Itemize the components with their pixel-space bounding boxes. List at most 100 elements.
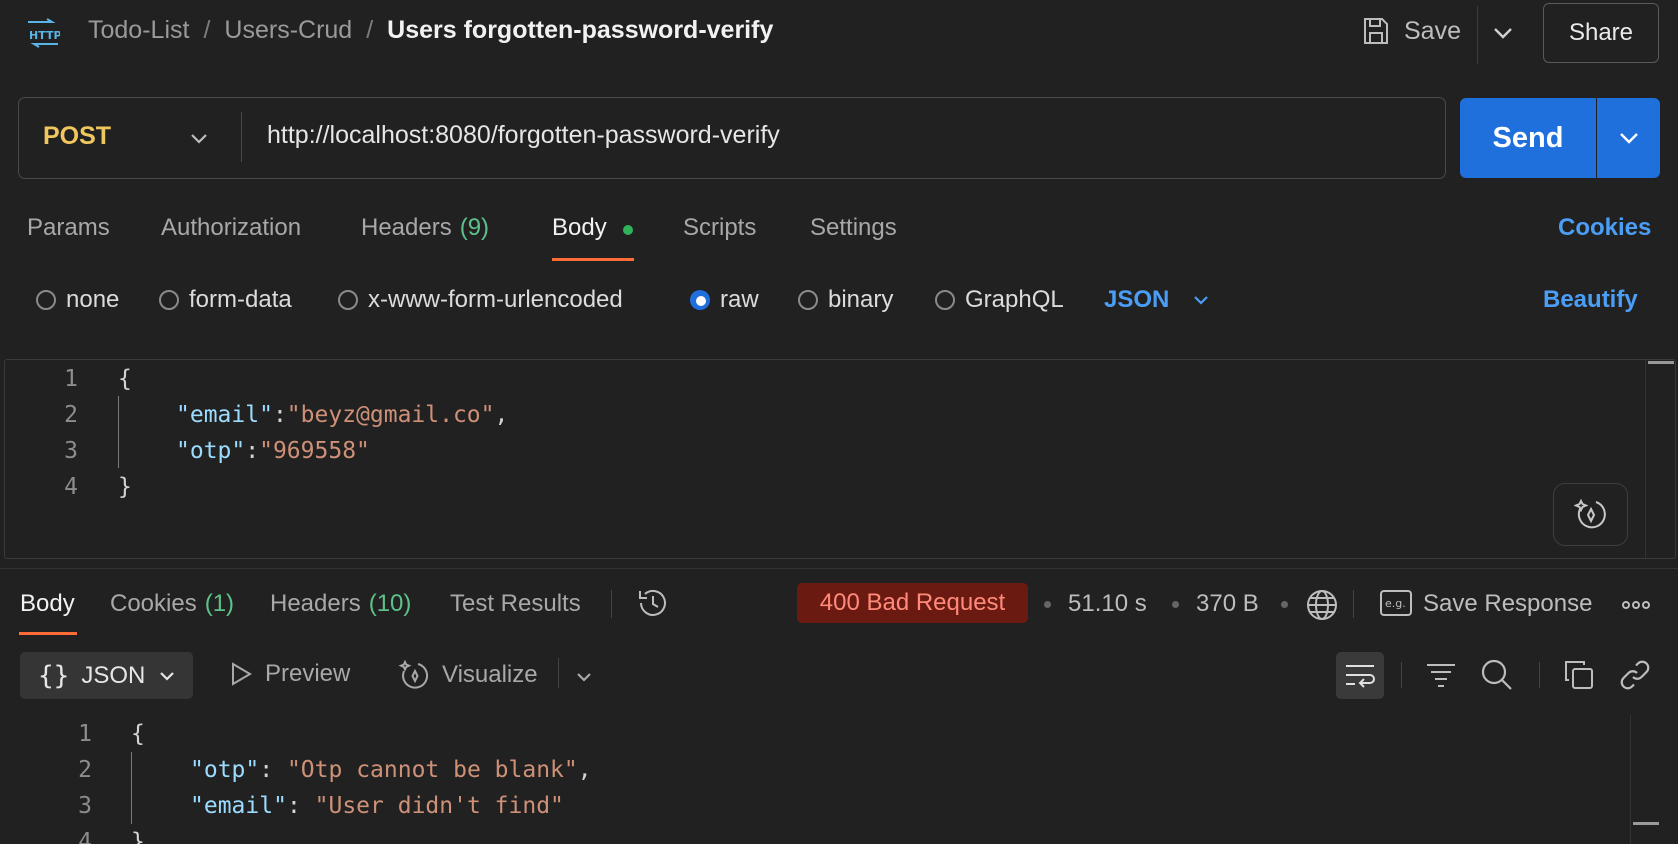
- response-tab-body[interactable]: Body: [20, 590, 75, 618]
- preview-label: Preview: [265, 660, 351, 687]
- save-options-chevron-down-icon[interactable]: [1490, 20, 1516, 46]
- chevron-down-icon[interactable]: [187, 127, 211, 151]
- response-format-select[interactable]: {} JSON: [20, 652, 193, 699]
- visualize-button[interactable]: Visualize: [398, 660, 538, 690]
- json-key: "otp": [190, 757, 260, 783]
- response-tab-headers-count: (10): [368, 590, 412, 617]
- method-select[interactable]: POST: [43, 122, 111, 151]
- share-button[interactable]: Share: [1543, 3, 1659, 63]
- radio-none[interactable]: [36, 290, 56, 310]
- body-type-raw[interactable]: raw: [690, 286, 759, 314]
- body-type-graphql[interactable]: GraphQL: [935, 286, 1064, 314]
- svg-text:e.g.: e.g.: [1385, 597, 1406, 610]
- send-button[interactable]: Send: [1460, 98, 1596, 178]
- save-button[interactable]: Save: [1362, 16, 1461, 46]
- toolbar-divider: [1401, 662, 1402, 688]
- example-icon: e.g.: [1380, 590, 1412, 616]
- code-line-otp: "otp": "Otp cannot be blank",: [190, 757, 592, 783]
- tab-scripts[interactable]: Scripts: [683, 214, 756, 242]
- wrap-lines-button[interactable]: [1336, 652, 1384, 699]
- url-input[interactable]: http://localhost:8080/forgotten-password…: [267, 121, 780, 150]
- json-value: "beyz@gmail.co": [286, 402, 495, 428]
- globe-icon[interactable]: [1305, 588, 1339, 622]
- status-badge[interactable]: 400 Bad Request: [797, 583, 1028, 623]
- preview-button[interactable]: Preview: [229, 660, 350, 688]
- code-brace-close: }: [131, 829, 145, 844]
- response-divider[interactable]: [0, 568, 1678, 569]
- tab-settings[interactable]: Settings: [810, 214, 897, 242]
- radio-binary[interactable]: [798, 290, 818, 310]
- chevron-down-icon: [1191, 290, 1211, 310]
- scrollbar-thumb[interactable]: [1633, 822, 1659, 825]
- radio-form-data[interactable]: [159, 290, 179, 310]
- response-size[interactable]: 370 B: [1196, 590, 1259, 618]
- body-type-form-data[interactable]: form-data: [159, 286, 292, 314]
- play-icon: [229, 661, 253, 687]
- json-key: "email": [176, 402, 273, 428]
- request-title[interactable]: Users forgotten-password-verify: [387, 16, 773, 45]
- scrollbar-thumb[interactable]: [1648, 361, 1674, 364]
- line-number: 2: [78, 757, 92, 783]
- line-number: 2: [64, 402, 78, 428]
- radio-urlencoded-label: x-www-form-urlencoded: [368, 286, 623, 313]
- radio-none-label: none: [66, 286, 120, 313]
- more-options-icon[interactable]: [1622, 600, 1650, 610]
- toolbar-divider: [611, 590, 612, 618]
- braces-icon: {}: [38, 660, 70, 691]
- chevron-down-icon: [1616, 125, 1642, 151]
- response-body-code[interactable]: 1 2 3 4 { "otp": "Otp cannot be blank", …: [0, 716, 1620, 844]
- tab-body[interactable]: Body: [552, 214, 607, 242]
- response-tab-headers[interactable]: Headers (10): [270, 590, 411, 618]
- radio-form-data-label: form-data: [189, 286, 292, 313]
- response-editor-scrollbar[interactable]: [1630, 715, 1631, 844]
- meta-separator-dot: [1172, 601, 1179, 608]
- response-tab-headers-label: Headers: [270, 590, 361, 617]
- send-options-button[interactable]: [1597, 98, 1660, 178]
- tab-authorization[interactable]: Authorization: [161, 214, 301, 242]
- copy-icon[interactable]: [1564, 660, 1594, 690]
- tab-headers-label: Headers: [361, 214, 452, 241]
- indent-guide: [118, 396, 119, 468]
- link-icon[interactable]: [1620, 660, 1650, 690]
- tab-headers[interactable]: Headers (9): [361, 214, 489, 242]
- raw-format-select[interactable]: JSON: [1104, 286, 1211, 314]
- radio-raw-selected[interactable]: [690, 290, 710, 310]
- search-icon[interactable]: [1481, 659, 1513, 691]
- body-active-dot: [623, 225, 633, 235]
- tab-headers-count: (9): [459, 214, 490, 241]
- visualize-options-chevron-down-icon[interactable]: [574, 667, 594, 687]
- beautify-button[interactable]: Beautify: [1543, 286, 1638, 314]
- line-number: 1: [64, 366, 78, 392]
- breadcrumb: Todo-List / Users-Crud / Users forgotten…: [88, 16, 773, 45]
- response-format-label: JSON: [81, 661, 146, 689]
- cookies-link[interactable]: Cookies: [1558, 214, 1651, 242]
- history-icon[interactable]: [636, 586, 670, 620]
- json-key: "otp": [176, 438, 246, 464]
- tab-params[interactable]: Params: [27, 214, 110, 242]
- response-time[interactable]: 51.10 s: [1068, 590, 1147, 618]
- response-tab-test-results[interactable]: Test Results: [450, 590, 581, 618]
- body-type-binary[interactable]: binary: [798, 286, 893, 314]
- code-brace-open: {: [118, 366, 132, 392]
- radio-binary-label: binary: [828, 286, 894, 313]
- radio-graphql[interactable]: [935, 290, 955, 310]
- body-type-none[interactable]: none: [36, 286, 119, 314]
- save-response-button[interactable]: Save Response: [1423, 590, 1592, 618]
- meta-separator-dot: [1044, 601, 1051, 608]
- indent-guide: [131, 752, 132, 824]
- save-icon: [1362, 16, 1390, 46]
- breadcrumb-users-crud[interactable]: Users-Crud: [224, 16, 352, 45]
- response-tab-cookies[interactable]: Cookies (1): [110, 590, 234, 618]
- request-editor-scrollbar[interactable]: [1645, 360, 1676, 558]
- code-brace-close: }: [118, 474, 132, 500]
- ai-assist-button[interactable]: [1553, 483, 1628, 546]
- breadcrumb-todo-list[interactable]: Todo-List: [88, 16, 189, 45]
- json-key: "email": [190, 793, 287, 819]
- code-line-otp: "otp":"969558": [176, 438, 370, 464]
- body-type-urlencoded[interactable]: x-www-form-urlencoded: [338, 286, 623, 314]
- visualize-label: Visualize: [442, 661, 538, 688]
- header-divider: [1477, 6, 1478, 64]
- filter-icon[interactable]: [1426, 661, 1456, 689]
- code-line-email: "email": "User didn't find": [190, 793, 564, 819]
- radio-urlencoded[interactable]: [338, 290, 358, 310]
